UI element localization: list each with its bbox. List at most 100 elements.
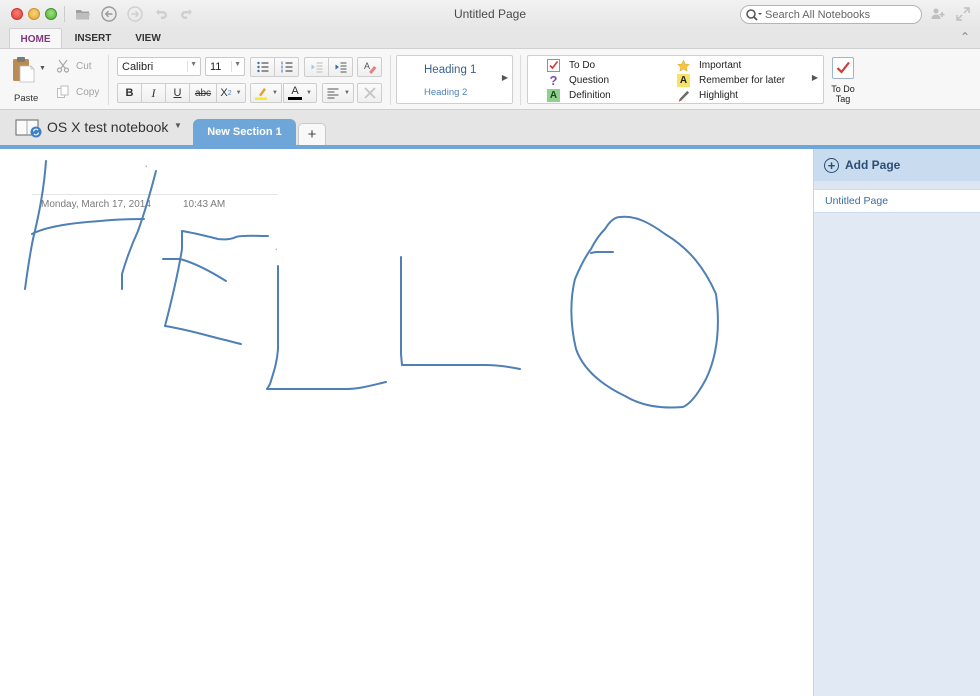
bullet-list-icon — [256, 61, 268, 73]
decrease-indent-button[interactable] — [304, 57, 329, 77]
chevron-down-icon: ▼ — [272, 90, 278, 96]
align-left-icon — [327, 88, 339, 99]
font-size-select[interactable]: 11 ▼ — [205, 57, 245, 76]
definition-icon: A — [547, 89, 560, 102]
paste-button[interactable]: Paste — [8, 55, 44, 107]
delete-x-icon — [363, 87, 376, 99]
tag-label: Remember for later — [699, 75, 786, 86]
paste-label: Paste — [14, 93, 39, 104]
add-section-button[interactable]: + — [298, 123, 326, 145]
pages-pane: + Add Page Untitled Page — [813, 149, 980, 696]
collapse-ribbon-icon[interactable]: ⌃ — [960, 30, 970, 44]
font-family-select[interactable]: Calibri ▼ — [117, 57, 201, 76]
ink-drawing[interactable] — [0, 149, 813, 696]
search-icon — [745, 8, 763, 22]
ribbon: Paste ▼ Cut Copy Calibri ▼ 11 ▼ B I U ab… — [0, 48, 980, 110]
subscript-button[interactable]: X 2 ▼ — [216, 83, 246, 103]
highlight-color-button[interactable]: ▼ — [250, 83, 282, 103]
italic-button[interactable]: I — [141, 83, 166, 103]
numbered-list-button[interactable] — [274, 57, 299, 77]
ink-stroke-h-bar — [31, 218, 145, 235]
ink-stroke-e-bottom — [164, 325, 242, 345]
ink-stroke-h-right — [121, 170, 157, 290]
tag-question[interactable]: ? Question — [547, 73, 610, 88]
tag-definition[interactable]: A Definition — [547, 89, 611, 102]
chevron-down-icon: ▼ — [190, 61, 197, 68]
ink-stroke-l2-vertical — [400, 256, 403, 366]
ink-dot — [275, 248, 277, 250]
ink-stroke-e-mid — [162, 258, 227, 282]
indent-icon — [335, 62, 346, 73]
increase-indent-button[interactable] — [328, 57, 353, 77]
strikethrough-button[interactable]: abc — [189, 83, 217, 103]
tag-label: Question — [569, 75, 610, 86]
styles-more-arrow-icon[interactable]: ▶ — [502, 73, 508, 82]
tags-more-arrow-icon[interactable]: ▶ — [812, 73, 818, 82]
scissors-icon — [56, 59, 70, 73]
tag-label: Definition — [569, 90, 611, 101]
ink-stroke-l1-base — [266, 381, 387, 390]
ribbon-divider — [520, 55, 521, 105]
copy-label: Copy — [76, 86, 100, 98]
subscript-x: X — [220, 87, 228, 99]
fullscreen-icon[interactable] — [954, 5, 972, 23]
bold-button[interactable]: B — [117, 83, 142, 103]
cut-button[interactable]: Cut — [56, 59, 92, 73]
eraser-icon: A — [364, 61, 376, 74]
add-page-button[interactable]: + Add Page — [814, 149, 980, 181]
copy-button[interactable]: Copy — [56, 85, 99, 99]
bulleted-list-button[interactable] — [250, 57, 275, 77]
ink-stroke-o — [570, 215, 719, 409]
tab-home[interactable]: HOME — [9, 28, 62, 49]
add-page-label: Add Page — [845, 158, 901, 172]
section-tab-new-section-1[interactable]: New Section 1 — [193, 119, 296, 145]
highlighter-icon — [677, 89, 690, 102]
delete-button[interactable] — [357, 83, 382, 103]
ink-stroke-o-tick — [590, 251, 614, 254]
style-heading-1[interactable]: Heading 1 — [424, 64, 476, 76]
chevron-down-icon: ▼ — [344, 90, 350, 96]
search-input[interactable] — [765, 8, 915, 21]
notebook-sync-icon[interactable] — [15, 118, 43, 138]
ink-stroke-l1-vertical — [266, 265, 279, 390]
outdent-icon — [311, 62, 322, 73]
to-do-tag-button[interactable]: To Do Tag — [829, 57, 857, 104]
tags-gallery: To Do ? Question A Definition Important … — [527, 55, 824, 104]
paste-options-dropdown[interactable]: ▼ — [39, 65, 46, 72]
font-color-swatch — [288, 97, 303, 100]
tag-label: To Do — [569, 60, 596, 71]
page-canvas[interactable]: Monday, March 17, 2014 10:43 AM — [0, 149, 813, 696]
search-notebooks-field[interactable] — [740, 5, 922, 24]
tag-to-do[interactable]: To Do — [547, 59, 595, 72]
checkbox-icon — [547, 59, 560, 72]
chevron-down-icon: ▼ — [306, 90, 312, 96]
tab-insert[interactable]: INSERT — [70, 28, 116, 49]
ink-stroke-e-spine — [164, 230, 183, 327]
paragraph-align-button[interactable]: ▼ — [322, 83, 354, 103]
to-do-checkbox-icon — [832, 57, 854, 79]
ink-stroke-e-top — [181, 230, 269, 241]
tab-view[interactable]: VIEW — [128, 28, 168, 49]
notebook-dropdown-icon[interactable]: ▼ — [174, 121, 182, 130]
paste-icon — [13, 57, 35, 83]
styles-gallery: Heading 1 Heading 2 ▶ — [396, 55, 513, 104]
tag-remember-for-later[interactable]: A Remember for later — [677, 74, 785, 87]
underline-button[interactable]: U — [165, 83, 190, 103]
add-page-plus-icon: + — [824, 157, 839, 173]
ink-stroke-l2-base — [401, 364, 521, 370]
font-color-button[interactable]: A ▼ — [283, 83, 317, 103]
ink-stroke-h-left — [24, 160, 47, 290]
page-list-item[interactable]: Untitled Page — [814, 189, 980, 213]
clear-formatting-button[interactable]: A — [357, 57, 382, 77]
pages-pane-strip — [814, 181, 980, 189]
font-size-value: 11 — [210, 60, 222, 73]
tag-important[interactable]: Important — [677, 59, 741, 72]
highlighter-icon — [255, 88, 268, 100]
share-icon[interactable] — [929, 5, 947, 23]
to-do-tag-label-1: To Do — [831, 84, 855, 94]
svg-text:A: A — [364, 61, 370, 71]
tag-highlight[interactable]: Highlight — [677, 89, 738, 102]
remember-icon: A — [677, 74, 690, 87]
style-heading-2[interactable]: Heading 2 — [424, 87, 467, 98]
notebook-name[interactable]: OS X test notebook — [47, 119, 168, 135]
